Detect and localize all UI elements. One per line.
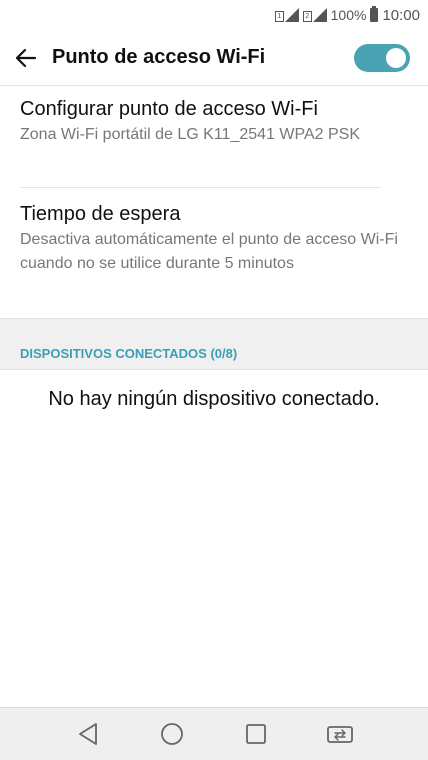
triangle-back-icon — [79, 723, 97, 745]
connected-devices-header: DISPOSITIVOS CONECTADOS (0/8) — [0, 342, 428, 370]
square-recents-icon — [246, 724, 266, 744]
sim1-label: 1 — [274, 11, 284, 22]
nav-recents-button[interactable] — [239, 717, 273, 751]
clock: 10:00 — [382, 6, 420, 24]
setting-title: Configurar punto de acceso Wi-Fi — [20, 98, 318, 120]
back-button[interactable] — [0, 30, 52, 86]
app-bar: Punto de acceso Wi-Fi — [0, 30, 428, 86]
sim2-label: 2 — [302, 11, 312, 22]
dual-window-icon — [327, 726, 353, 743]
setting-configure-hotspot[interactable]: Configurar punto de acceso Wi-Fi Zona Wi… — [20, 97, 408, 147]
setting-title: Tiempo de espera — [20, 203, 181, 225]
setting-timeout[interactable]: Tiempo de espera Desactiva automáticamen… — [20, 202, 408, 276]
hotspot-toggle[interactable] — [354, 43, 410, 72]
divider — [20, 187, 381, 188]
nav-home-button[interactable] — [155, 717, 189, 751]
battery-icon — [370, 6, 379, 22]
arrow-left-icon — [15, 48, 37, 67]
signal-sim2-icon: 2 — [302, 8, 327, 22]
page-title: Punto de acceso Wi-Fi — [52, 46, 266, 68]
nav-back-button[interactable] — [71, 717, 105, 751]
setting-subtitle: Desactiva automáticamente el punto de ac… — [20, 231, 398, 272]
setting-subtitle: Zona Wi-Fi portátil de LG K11_2541 WPA2 … — [20, 126, 361, 143]
circle-home-icon — [161, 723, 183, 745]
navigation-bar — [0, 707, 428, 760]
status-bar: 1 2 100% 10:00 — [0, 0, 428, 30]
empty-devices-message: No hay ningún dispositivo conectado. — [48, 388, 380, 410]
nav-dual-window-button[interactable] — [323, 717, 357, 751]
section-separator — [0, 318, 428, 343]
signal-sim1-icon: 1 — [274, 8, 299, 22]
battery-percent: 100% — [330, 7, 367, 23]
toggle-knob — [386, 47, 406, 68]
